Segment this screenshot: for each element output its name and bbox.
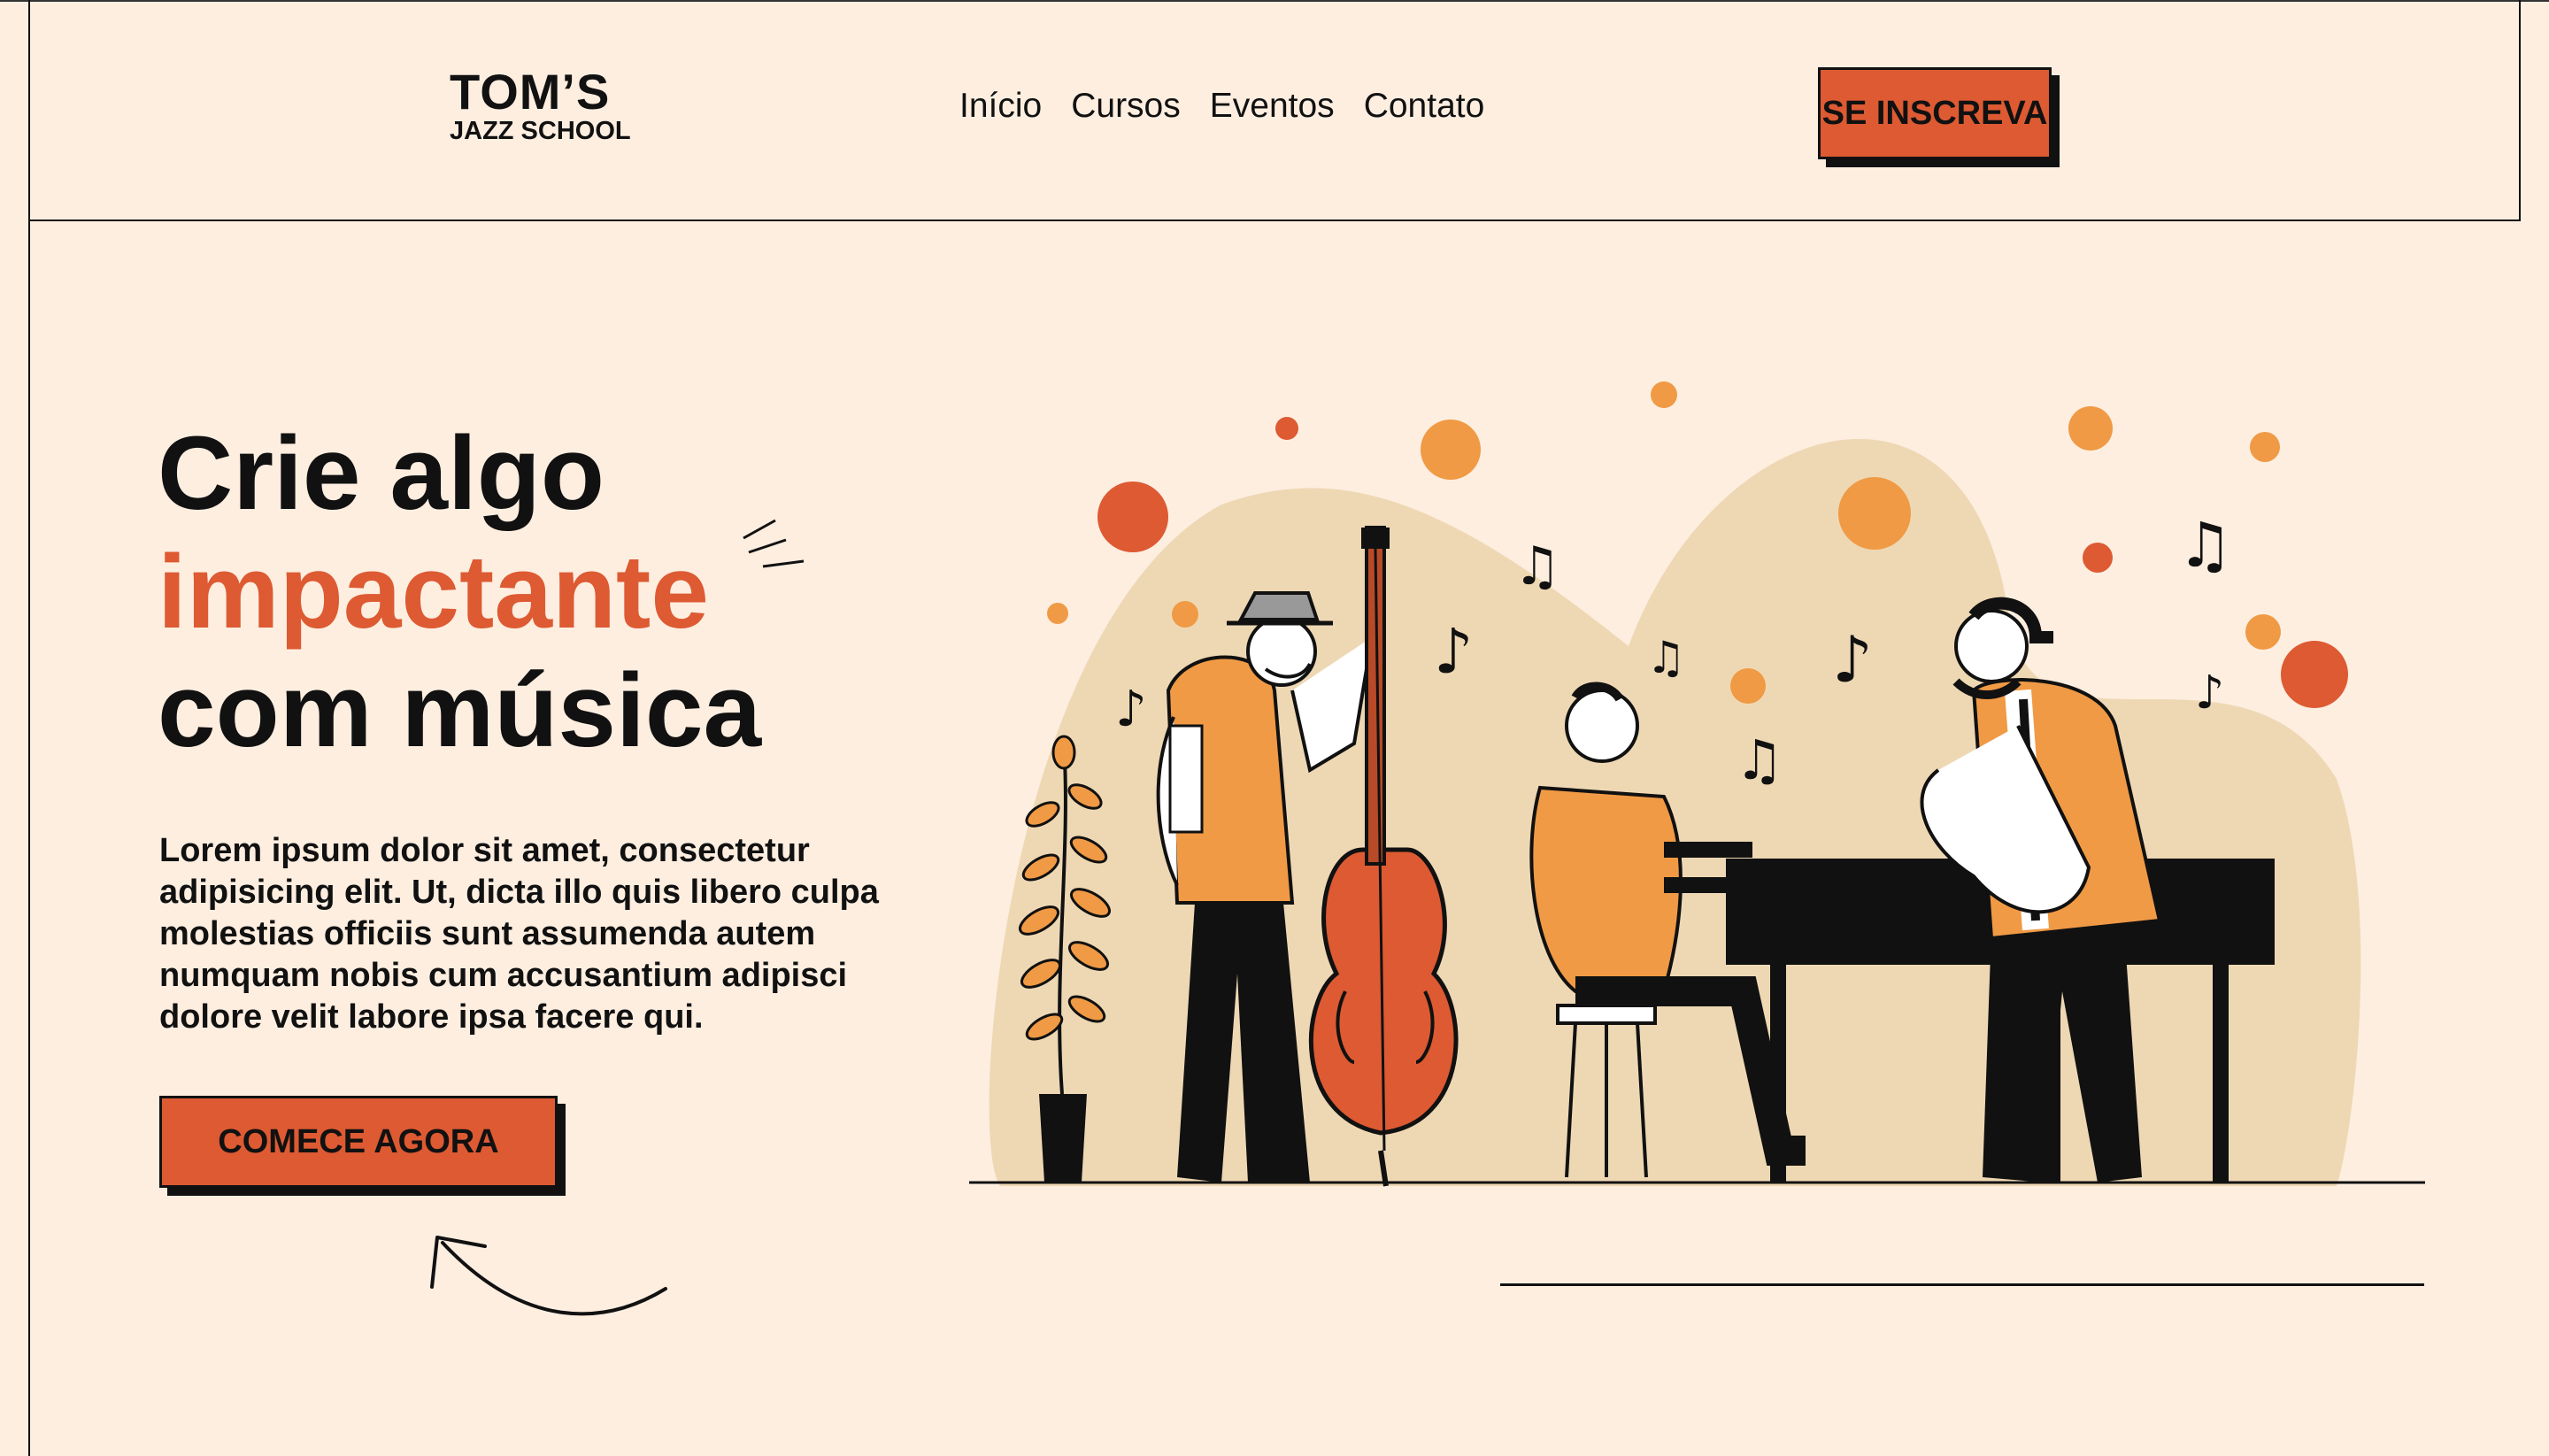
headline-line-1: Crie algo: [158, 415, 605, 532]
hero-description: Lorem ipsum dolor sit amet, consectetur …: [159, 832, 879, 1036]
svg-text:♪: ♪: [1115, 681, 1147, 738]
svg-text:♫: ♫: [1646, 632, 1686, 683]
logo-title: TOM’S: [450, 64, 611, 119]
curved-arrow-icon: [430, 1236, 667, 1316]
main-nav: Início Cursos Eventos Contato: [959, 87, 1484, 126]
sparkle-lines-icon: [743, 519, 805, 568]
frame-top-border: [0, 0, 2549, 2]
start-now-button[interactable]: COMECE AGORA: [159, 1096, 558, 1188]
hero-headline: Crie algo impactante com música: [158, 414, 761, 770]
logo-subtitle: JAZZ SCHOOL: [450, 117, 631, 145]
svg-text:♫: ♫: [1513, 535, 1561, 597]
nav-item-inicio[interactable]: Início: [959, 87, 1042, 126]
nav-item-eventos[interactable]: Eventos: [1210, 87, 1335, 126]
svg-text:♫: ♫: [1735, 728, 1784, 792]
frame-left-border: [28, 0, 30, 1456]
frame-right-border: [2519, 0, 2521, 221]
nav-item-contato[interactable]: Contato: [1364, 87, 1485, 126]
signup-button[interactable]: SE INSCREVA: [1818, 67, 2052, 159]
decorative-underline: [1500, 1283, 2424, 1286]
logo[interactable]: TOM’S JAZZ SCHOOL: [450, 64, 631, 146]
svg-text:♪: ♪: [1434, 615, 1474, 688]
svg-text:♫: ♫: [2177, 509, 2233, 582]
header-divider: [28, 220, 2521, 221]
headline-line-3: com música: [158, 652, 762, 769]
headline-line-2: impactante: [158, 534, 709, 651]
svg-text:♪: ♪: [2195, 666, 2224, 720]
jazz-band-illustration: ♫ ♪ ♪ ♫ ♫ ♪ ♫ ♪: [969, 381, 2425, 1187]
nav-item-cursos[interactable]: Cursos: [1071, 87, 1181, 126]
svg-text:♪: ♪: [1832, 622, 1873, 697]
